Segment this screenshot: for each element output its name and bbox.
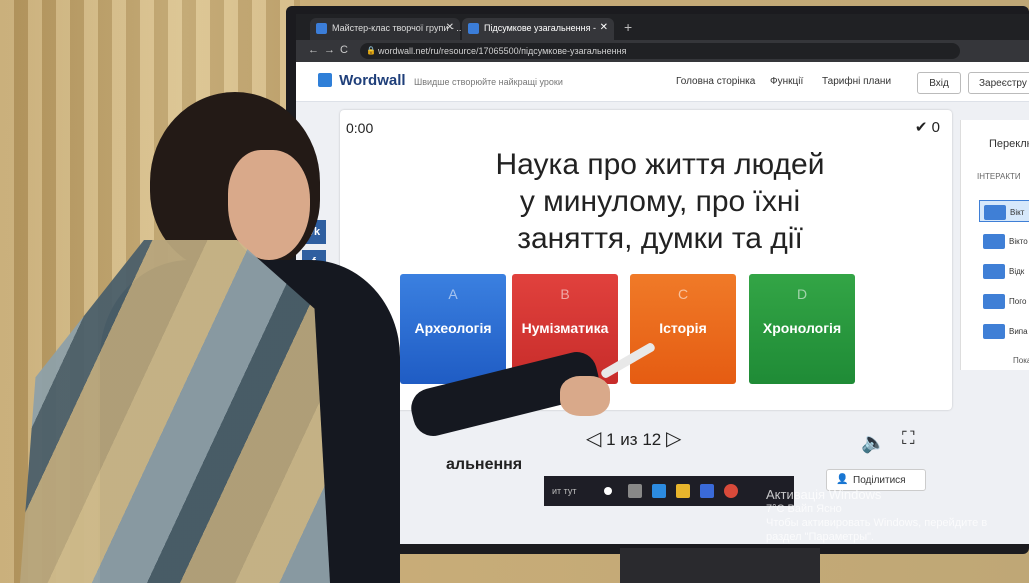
template-icon: [983, 294, 1005, 309]
answer-a[interactable]: A Археологія: [400, 274, 506, 384]
answer-letter: C: [677, 286, 689, 302]
sidebar-title: Переклю: [989, 138, 1029, 150]
show-more-link[interactable]: Пока: [1013, 356, 1029, 365]
answer-d[interactable]: D Хронологія: [749, 274, 855, 384]
question-line: Наука про життя людей: [495, 148, 825, 181]
template-label: Пого: [1009, 297, 1027, 306]
nav-pricing[interactable]: Тарифні плани: [822, 76, 891, 87]
template-label: Вікт: [1010, 208, 1025, 217]
fullscreen-icon[interactable]: ⛶: [902, 428, 915, 449]
login-button[interactable]: Вхід: [917, 72, 961, 94]
site-header: Wordwall Швидше створюйте найкращі уроки…: [296, 62, 1029, 102]
answer-label: Нумізматика: [521, 320, 609, 336]
sound-icon[interactable]: 🔈: [861, 430, 886, 455]
question-text: Наука про життя людей у минулому, про їх…: [400, 146, 920, 257]
answer-label: Археологія: [414, 320, 492, 336]
favicon-icon: [316, 23, 327, 34]
tab-bar: Майстер-клас творчої групи - ... ✕ Підсу…: [296, 14, 1029, 40]
pager: ◁ 1 из 12 ▷: [586, 426, 681, 451]
template-label: Відк: [1009, 267, 1025, 276]
template-label: Випа: [1009, 327, 1028, 336]
windows-activation-watermark: Активація Windows 7°C Вайп Ясно Чтобы ак…: [766, 488, 987, 544]
template-item[interactable]: Випа: [979, 320, 1029, 342]
template-switcher: Переклю ІНТЕРАКТИ Вікт Вікто Відк Пого В…: [960, 120, 1029, 370]
question-line: у минулому, про їхні: [519, 185, 801, 218]
template-icon: [984, 205, 1006, 220]
windows-taskbar: ит тут: [544, 476, 794, 506]
activity-title: альнення: [446, 456, 523, 473]
close-icon[interactable]: ✕: [600, 22, 608, 33]
wordwall-logo[interactable]: Wordwall: [318, 72, 406, 89]
reload-icon[interactable]: C: [340, 44, 348, 56]
prev-arrow-icon[interactable]: ◁: [586, 428, 601, 450]
template-item[interactable]: Відк: [979, 260, 1029, 282]
store-icon[interactable]: [700, 484, 714, 498]
activation-line: Чтобы активировать Windows, перейдите в: [766, 517, 988, 529]
url-text: wordwall.net/ru/resource/17065500/підсум…: [378, 46, 627, 56]
template-label: Вікто: [1009, 237, 1028, 246]
new-tab-button[interactable]: +: [624, 19, 632, 35]
browser-screen: Майстер-клас творчої групи - ... ✕ Підсу…: [296, 14, 1029, 544]
template-icon: [983, 234, 1005, 249]
weather-text: 7°C Вайп Ясно: [766, 503, 842, 515]
forward-icon[interactable]: →: [324, 44, 335, 56]
tab-label: Майстер-клас творчої групи - ...: [332, 23, 464, 33]
tab-master-class[interactable]: Майстер-клас творчої групи - ... ✕: [310, 18, 464, 40]
template-item[interactable]: Пого: [979, 290, 1029, 312]
page-indicator: 1 из 12: [606, 430, 662, 449]
file-explorer-icon[interactable]: [676, 484, 690, 498]
sidebar-category: ІНТЕРАКТИ: [977, 172, 1021, 181]
template-item[interactable]: Вікт: [979, 200, 1029, 222]
share-user-icon: 👤: [836, 474, 849, 485]
logo-mark-icon: [318, 73, 332, 87]
answer-c[interactable]: C Історія: [630, 274, 736, 384]
answer-label: Хронологія: [762, 320, 842, 336]
score: ✔ 0: [914, 119, 940, 136]
question-line: заняття, думки та дії: [517, 222, 803, 255]
chrome-icon[interactable]: [724, 484, 738, 498]
answer-letter: A: [448, 286, 458, 302]
answer-label: Історія: [659, 320, 707, 336]
close-icon[interactable]: ✕: [446, 22, 454, 33]
presenter-hand: [560, 376, 610, 416]
edge-icon[interactable]: [652, 484, 666, 498]
quiz-panel: 0:00 ✔ 0 Наука про життя людей у минулом…: [340, 110, 952, 410]
template-icon: [983, 324, 1005, 339]
template-item[interactable]: Вікто: [979, 230, 1029, 252]
monitor-stand: [620, 548, 820, 583]
url-field[interactable]: 🔒 wordwall.net/ru/resource/17065500/підс…: [360, 43, 960, 59]
tagline: Швидше створюйте найкращі уроки: [414, 77, 563, 87]
back-icon[interactable]: ←: [308, 44, 319, 56]
address-bar: ← → C 🔒 wordwall.net/ru/resource/1706550…: [296, 40, 1029, 62]
favicon-icon: [468, 23, 479, 34]
timer: 0:00: [346, 120, 374, 136]
logo-text: Wordwall: [339, 72, 406, 89]
next-arrow-icon[interactable]: ▷: [666, 428, 681, 450]
activation-title: Активація Windows: [766, 487, 882, 502]
answer-letter: D: [796, 286, 808, 302]
task-view-icon[interactable]: [628, 484, 642, 498]
activation-line: раздел "Параметры".: [766, 531, 875, 543]
register-button[interactable]: Зареєстру: [968, 72, 1029, 94]
nav-home[interactable]: Головна сторінка: [676, 76, 755, 87]
taskbar-search[interactable]: ит тут: [552, 486, 577, 496]
answer-letter: B: [560, 286, 570, 302]
lock-icon: 🔒: [366, 46, 376, 55]
tab-label: Підсумкове узагальнення -: [484, 23, 596, 33]
cortana-icon[interactable]: [604, 487, 612, 495]
tab-wordwall[interactable]: Підсумкове узагальнення - ✕: [462, 18, 614, 40]
template-icon: [983, 264, 1005, 279]
nav-features[interactable]: Функції: [770, 76, 803, 87]
